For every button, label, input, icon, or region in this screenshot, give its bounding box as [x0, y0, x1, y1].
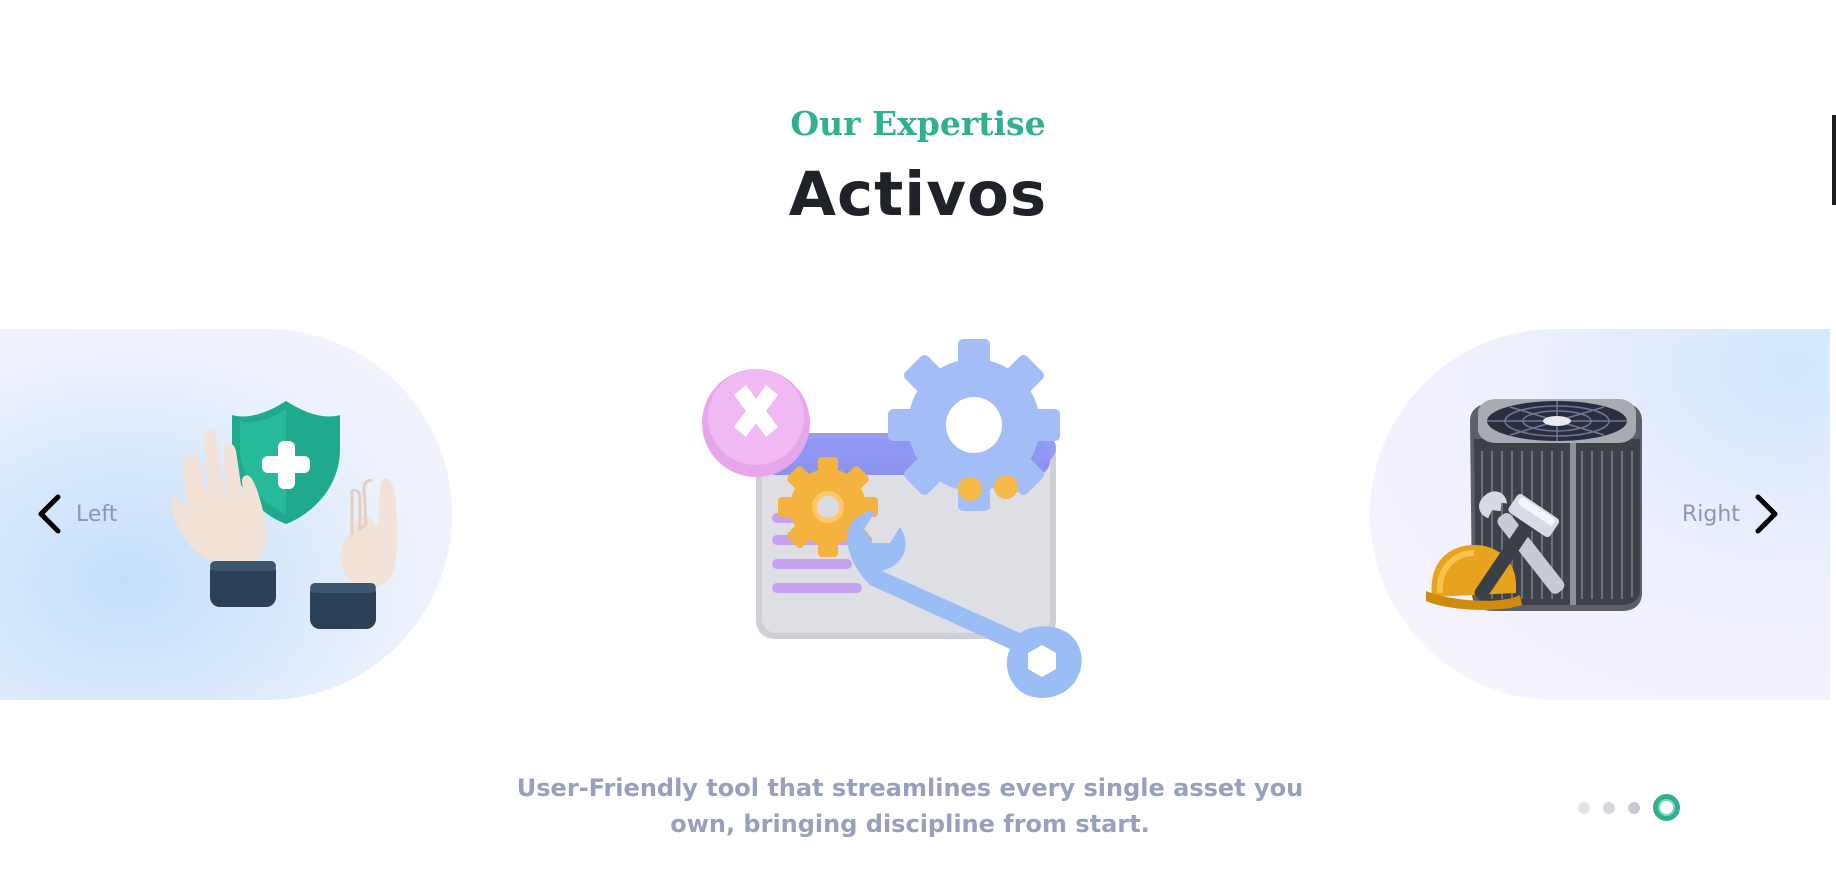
pagination-dot-1[interactable] [1578, 801, 1590, 814]
slide-caption: User-Friendly tool that streamlines ever… [510, 770, 1310, 842]
section-eyebrow: Our Expertise [790, 104, 1046, 143]
scrollbar-thumb[interactable] [1832, 115, 1836, 205]
pagination-dot-3[interactable] [1628, 801, 1640, 814]
settings-tools-icon [702, 339, 1082, 698]
section-title: Activos [788, 159, 1048, 230]
chevron-right-icon [1755, 494, 1778, 534]
carousel-next-label: Right [1682, 501, 1740, 527]
carousel-next-button[interactable]: Right [1682, 494, 1780, 534]
carousel-pagination [1578, 794, 1680, 821]
pagination-dot-2[interactable] [1603, 801, 1615, 814]
pagination-dot-4-active[interactable] [1653, 794, 1680, 821]
carousel-prev-button[interactable]: Left [36, 494, 117, 534]
carousel-prev-label: Left [76, 501, 118, 527]
slide-caption-line-1: User-Friendly tool that streamlines ever… [516, 774, 1304, 802]
expertise-section: Our Expertise Activos Left Right User-Fr… [0, 0, 1836, 880]
chevron-left-icon [38, 494, 61, 534]
slide-caption-line-2: own, bringing discipline from start. [670, 810, 1150, 838]
